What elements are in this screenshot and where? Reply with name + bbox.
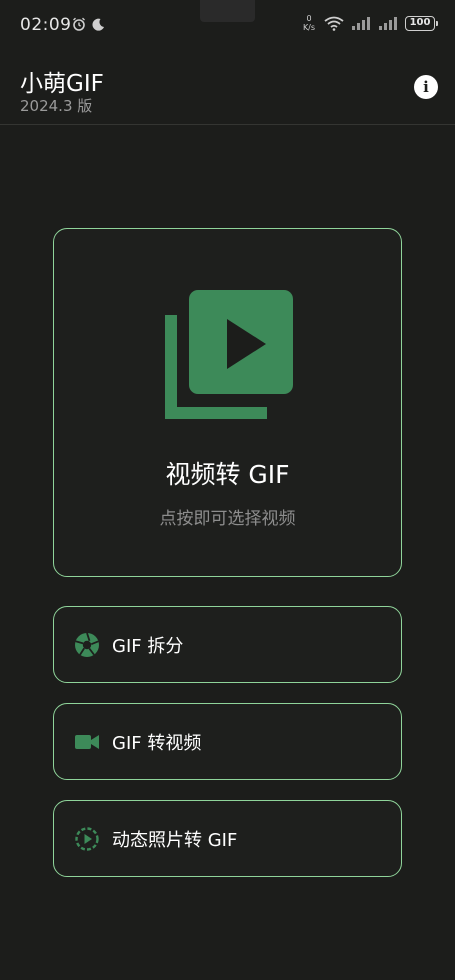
header-divider [0,124,455,125]
live-photo-to-gif-button[interactable]: 动态照片转 GIF [53,800,402,877]
gif-split-label: GIF 拆分 [112,636,184,657]
signal-icon-2 [379,17,397,30]
status-right-icons: 0 K/s 100 [301,14,438,32]
video-library-icon [165,290,293,419]
status-left-icons [72,17,105,31]
app-title: 小萌GIF [20,71,104,97]
info-button[interactable]: i [414,75,438,99]
wifi-icon [324,16,344,31]
videocam-icon [75,735,99,749]
gif-split-button[interactable]: GIF 拆分 [53,606,402,683]
live-photo-to-gif-label: 动态照片转 GIF [112,830,238,851]
camera-notch [200,0,255,22]
live-photo-icon [75,827,99,851]
shutter-icon [75,632,99,657]
battery-indicator: 100 [405,15,438,31]
gif-to-video-button[interactable]: GIF 转视频 [53,703,402,780]
app-version: 2024.3 版 [20,97,93,115]
status-time: 02:09 [20,15,72,35]
alarm-icon [73,17,85,31]
info-icon: i [423,78,429,96]
gif-to-video-label: GIF 转视频 [112,733,202,754]
moon-icon [92,18,104,31]
network-speed: 0 K/s [302,14,316,32]
status-bar: 02:09 0 K/s 100 [0,0,455,52]
app-screen: 02:09 0 K/s 100 小萌GIF 2024.3 版 i 视频转 GIF… [0,0,455,980]
signal-icon-1 [352,17,370,30]
video-to-gif-card[interactable]: 视频转 GIF 点按即可选择视频 [53,228,402,577]
video-to-gif-subtitle: 点按即可选择视频 [159,509,296,529]
video-to-gif-title: 视频转 GIF [165,460,290,489]
